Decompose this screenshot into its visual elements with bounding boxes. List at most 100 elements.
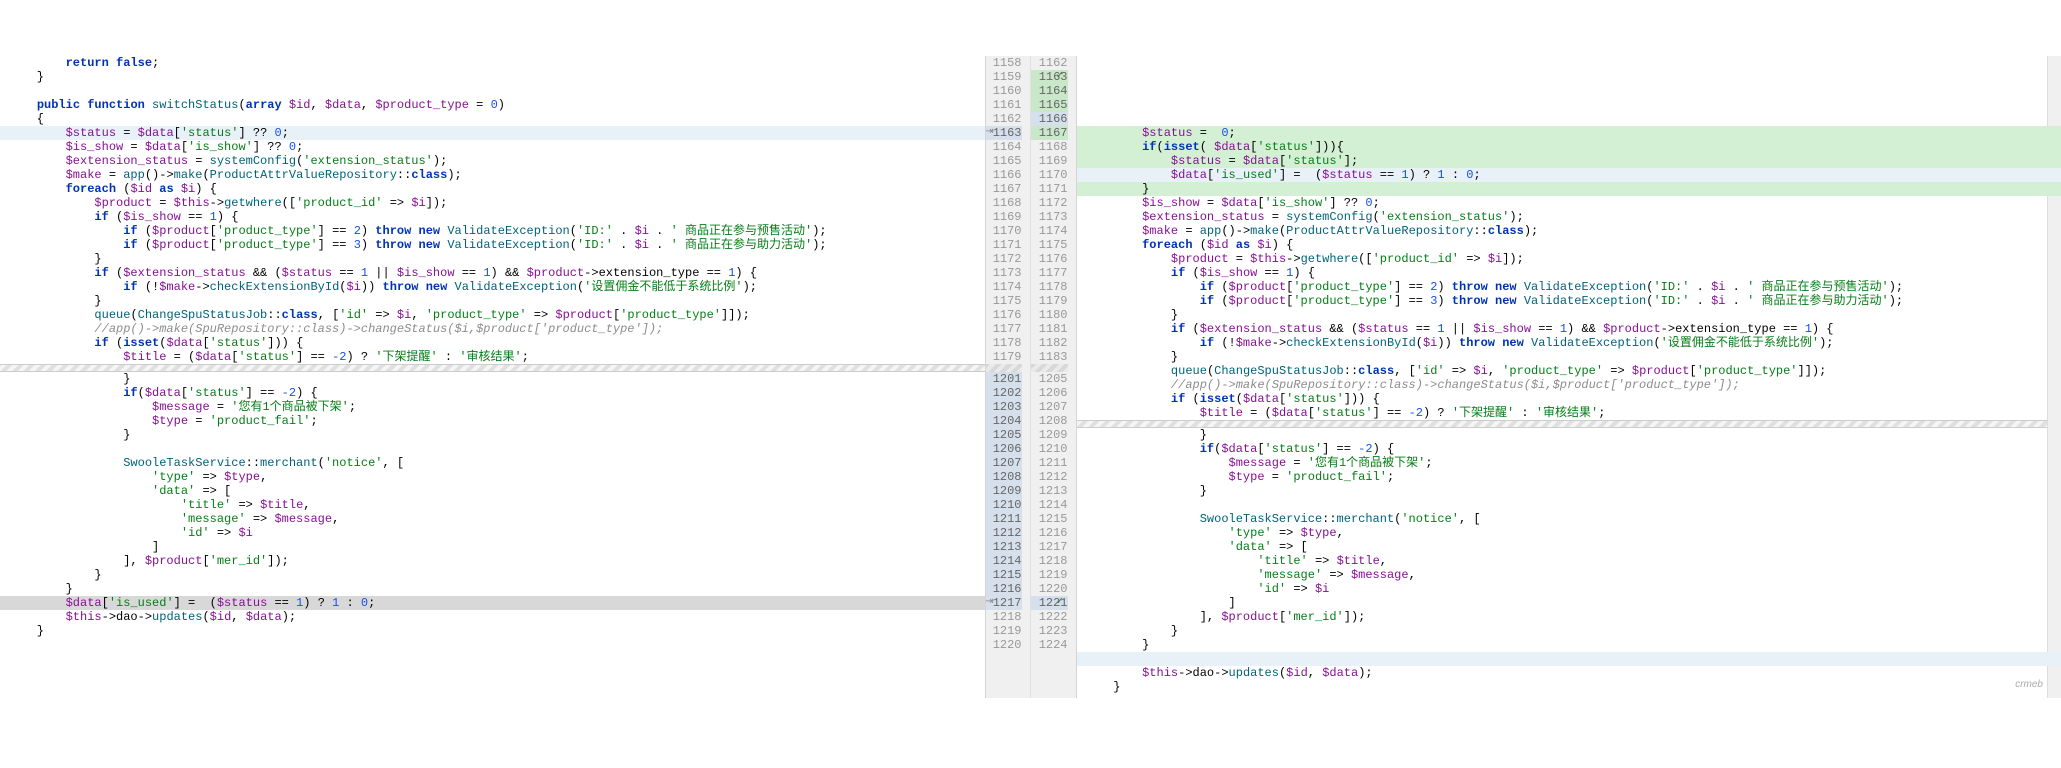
line-number-right[interactable]: 1174 <box>1031 224 1068 238</box>
line-number-right[interactable]: 1172 <box>1031 196 1068 210</box>
code-line[interactable]: } <box>0 582 985 596</box>
line-number-right[interactable]: 1210 <box>1031 442 1068 456</box>
code-line[interactable]: SwooleTaskService::merchant('notice', [ <box>1077 512 2061 526</box>
line-number-left[interactable]: 1209 <box>986 484 1022 498</box>
line-number-left[interactable]: 1176 <box>986 308 1022 322</box>
line-number-right[interactable]: 1163✓ <box>1031 70 1068 84</box>
code-line[interactable]: if ($product['product_type'] == 2) throw… <box>0 224 985 238</box>
line-number-right[interactable]: 1221✓ <box>1031 596 1068 610</box>
code-line[interactable]: foreach ($id as $i) { <box>0 182 985 196</box>
code-line[interactable]: $product = $this->getwhere(['product_id'… <box>0 196 985 210</box>
line-number-right[interactable]: 1216 <box>1031 526 1068 540</box>
line-number-left[interactable]: 1175 <box>986 294 1022 308</box>
code-line[interactable]: if ($product['product_type'] == 2) throw… <box>1077 280 2061 294</box>
line-number-left[interactable]: 1203 <box>986 400 1022 414</box>
code-line[interactable]: if ($extension_status && ($status == 1 |… <box>0 266 985 280</box>
line-number-right[interactable]: 1206 <box>1031 386 1068 400</box>
line-number-left[interactable]: 1215 <box>986 568 1022 582</box>
code-line[interactable]: } <box>0 372 985 386</box>
code-line[interactable]: //app()->make(SpuRepository::class)->cha… <box>0 322 985 336</box>
code-line[interactable]: 'type' => $type, <box>0 470 985 484</box>
code-line[interactable]: $message = '您有1个商品被下架'; <box>1077 456 2061 470</box>
line-number-right[interactable]: 1209 <box>1031 428 1068 442</box>
line-number-left[interactable]: 1216 <box>986 582 1022 596</box>
line-number-right[interactable]: 1178 <box>1031 280 1068 294</box>
line-number-right[interactable]: 1169 <box>1031 154 1068 168</box>
line-number-right[interactable]: 1207 <box>1031 400 1068 414</box>
code-line[interactable]: if($data['status'] == -2) { <box>0 386 985 400</box>
line-number-left[interactable]: 1170 <box>986 224 1022 238</box>
code-line[interactable]: $make = app()->make(ProductAttrValueRepo… <box>1077 224 2061 238</box>
code-line[interactable]: if($data['status'] == -2) { <box>1077 442 2061 456</box>
line-number-left[interactable]: 1213 <box>986 540 1022 554</box>
code-line[interactable]: $extension_status = systemConfig('extens… <box>1077 210 2061 224</box>
line-number-right[interactable]: 1222 <box>1031 610 1068 624</box>
code-line[interactable]: queue(ChangeSpuStatusJob::class, ['id' =… <box>1077 364 2061 378</box>
line-number-left[interactable]: 1160 <box>986 84 1022 98</box>
code-line[interactable]: foreach ($id as $i) { <box>1077 238 2061 252</box>
code-line[interactable]: $title = ($data['status'] == -2) ? '下架提醒… <box>1077 406 2061 420</box>
code-line[interactable]: } <box>0 624 985 638</box>
code-line[interactable]: $status = 0; <box>1077 126 2061 140</box>
code-line[interactable]: $data['is_used'] = ($status == 1) ? 1 : … <box>1077 168 2061 182</box>
line-number-left[interactable]: 1214 <box>986 554 1022 568</box>
line-number-right[interactable]: 1219 <box>1031 568 1068 582</box>
code-line[interactable]: if (!$make->checkExtensionById($i)) thro… <box>1077 336 2061 350</box>
line-number-right[interactable]: 1173 <box>1031 210 1068 224</box>
code-line[interactable]: { <box>0 112 985 126</box>
code-line[interactable] <box>1077 652 2061 666</box>
fold-separator[interactable] <box>0 364 985 372</box>
code-line[interactable]: 'message' => $message, <box>0 512 985 526</box>
line-number-left[interactable]: 1171 <box>986 238 1022 252</box>
code-line[interactable]: $data['is_used'] = ($status == 1) ? 1 : … <box>0 596 985 610</box>
code-line[interactable]: if ($is_show == 1) { <box>1077 266 2061 280</box>
fold-separator[interactable] <box>986 364 1022 372</box>
code-line[interactable] <box>0 84 985 98</box>
code-line[interactable]: if ($product['product_type'] == 3) throw… <box>1077 294 2061 308</box>
line-number-right[interactable]: 1224 <box>1031 638 1068 652</box>
line-number-left[interactable]: 1177 <box>986 322 1022 336</box>
code-line[interactable]: 'title' => $title, <box>1077 554 2061 568</box>
left-pane[interactable]: return false; } public function switchSt… <box>0 56 985 698</box>
line-number-right[interactable]: 1212 <box>1031 470 1068 484</box>
line-number-gutter[interactable]: 115811591160116111621163⇥116411651166116… <box>985 56 1077 698</box>
line-number-right[interactable]: 1211 <box>1031 456 1068 470</box>
line-number-right[interactable]: 1208 <box>1031 414 1068 428</box>
line-number-right[interactable]: 1183 <box>1031 350 1068 364</box>
line-number-left[interactable]: 1217⇥ <box>986 596 1022 610</box>
code-line[interactable] <box>0 638 985 652</box>
line-number-left[interactable]: 1159 <box>986 70 1022 84</box>
code-line[interactable]: } <box>0 568 985 582</box>
line-number-left[interactable]: 1206 <box>986 442 1022 456</box>
line-number-right[interactable]: 1170 <box>1031 168 1068 182</box>
code-line[interactable]: 'type' => $type, <box>1077 526 2061 540</box>
code-line[interactable]: $make = app()->make(ProductAttrValueRepo… <box>0 168 985 182</box>
fold-separator[interactable] <box>1031 364 1068 372</box>
line-number-left[interactable]: 1211 <box>986 512 1022 526</box>
line-number-left[interactable]: 1219 <box>986 624 1022 638</box>
code-line[interactable]: return false; <box>0 56 985 70</box>
line-number-right[interactable]: 1168 <box>1031 140 1068 154</box>
code-line[interactable]: 'message' => $message, <box>1077 568 2061 582</box>
code-line[interactable]: if (isset($data['status'])) { <box>1077 392 2061 406</box>
merge-arrow-icon[interactable]: ⇥ <box>984 126 996 140</box>
code-line[interactable]: ] <box>0 540 985 554</box>
line-number-right[interactable]: 1167 <box>1031 126 1068 140</box>
line-number-right[interactable]: 1220 <box>1031 582 1068 596</box>
code-line[interactable]: if (!$make->checkExtensionById($i)) thro… <box>0 280 985 294</box>
line-number-left[interactable]: 1202 <box>986 386 1022 400</box>
line-number-left[interactable]: 1218 <box>986 610 1022 624</box>
code-line[interactable]: } <box>0 294 985 308</box>
line-number-left[interactable]: 1174 <box>986 280 1022 294</box>
code-line[interactable]: $product = $this->getwhere(['product_id'… <box>1077 252 2061 266</box>
code-line[interactable]: ] <box>1077 596 2061 610</box>
line-number-right[interactable]: 1175 <box>1031 238 1068 252</box>
code-line[interactable]: } <box>1077 182 2061 196</box>
code-line[interactable]: $is_show = $data['is_show'] ?? 0; <box>1077 196 2061 210</box>
code-line[interactable]: //app()->make(SpuRepository::class)->cha… <box>1077 378 2061 392</box>
code-line[interactable]: } <box>1077 638 2061 652</box>
line-number-left[interactable]: 1169 <box>986 210 1022 224</box>
line-number-left[interactable]: 1212 <box>986 526 1022 540</box>
line-number-left[interactable]: 1210 <box>986 498 1022 512</box>
line-number-right[interactable]: 1182 <box>1031 336 1068 350</box>
